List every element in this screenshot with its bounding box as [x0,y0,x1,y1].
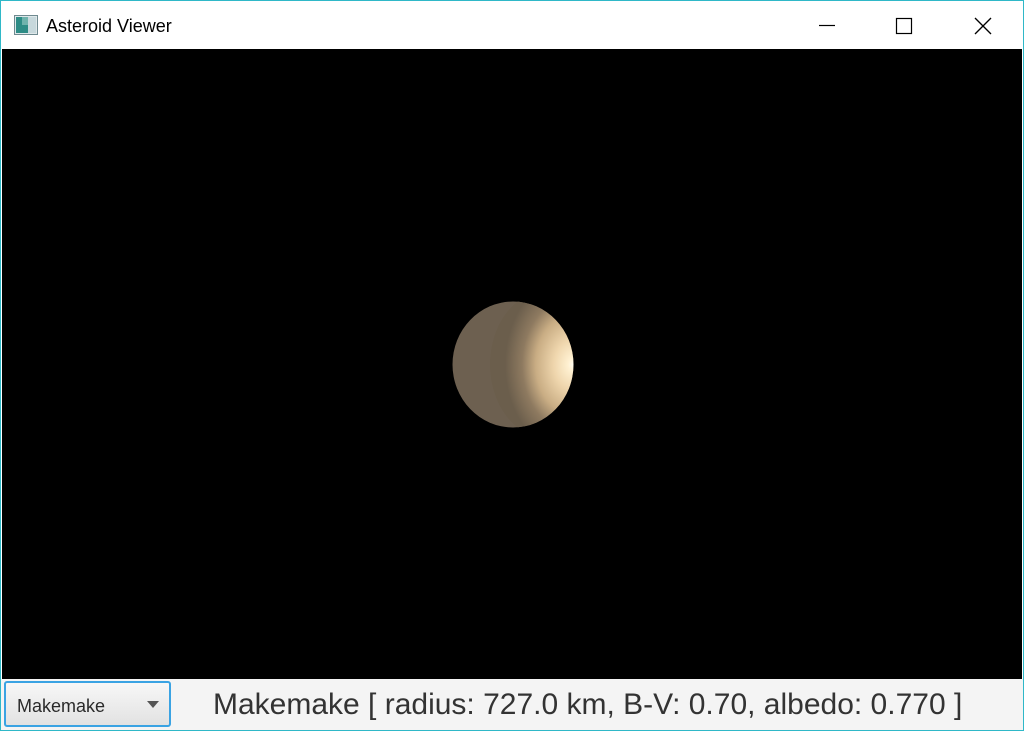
minimize-button[interactable] [803,1,849,49]
minimize-icon [819,24,835,27]
window-title: Asteroid Viewer [46,16,172,36]
asteroid-select-value: Makemake [17,696,106,716]
bottom-toolbar: Makemake Makemake [ radius: 727.0 km, B-… [1,679,1023,730]
app-icon [14,15,38,35]
title-bar[interactable]: Asteroid Viewer [1,1,1023,49]
close-button[interactable] [959,1,1005,49]
app-window: Asteroid Viewer Makemake Makemake [radi… [0,0,1024,731]
asteroid-select-dropdown[interactable]: Makemake [4,681,171,727]
maximize-icon [895,17,913,35]
3d-viewport[interactable] [2,49,1022,679]
asteroid-sphere[interactable] [452,301,574,428]
chevron-down-icon [147,701,159,708]
asteroid-info-label: Makemake [ radius: 727.0 km, B-V: 0.70, … [213,688,963,721]
maximize-button[interactable] [881,1,927,49]
close-icon [974,17,992,35]
